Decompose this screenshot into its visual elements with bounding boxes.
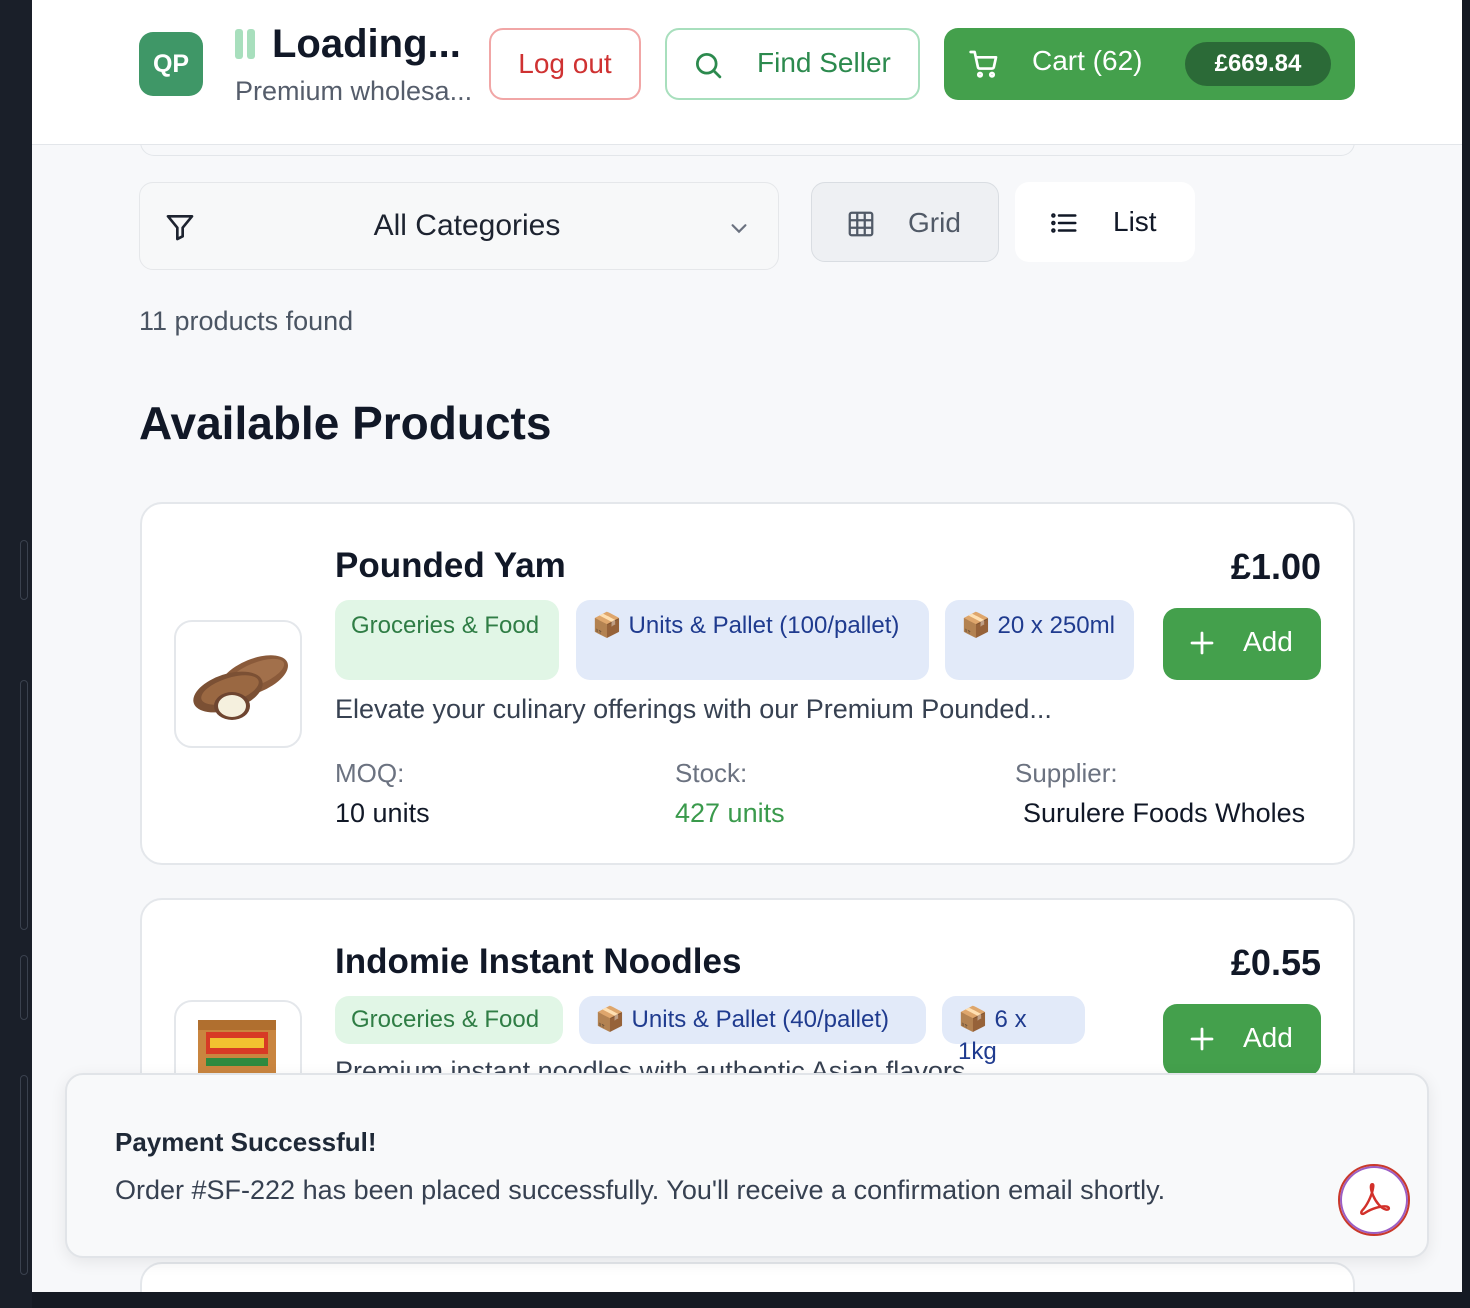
page-title: Loading... — [272, 22, 461, 66]
add-to-cart-button[interactable]: Add — [1163, 1004, 1321, 1076]
rail-panel — [20, 1075, 28, 1275]
cart-label: Cart (62) — [1032, 45, 1143, 76]
category-select-value: All Categories — [373, 209, 561, 242]
find-seller-button[interactable]: Find Seller — [665, 28, 920, 100]
supplier-value: Surulere Foods Wholes — [1023, 798, 1306, 828]
pack-size-tag: 📦 6 x 1kg — [942, 996, 1085, 1065]
add-label: Add — [1243, 1022, 1293, 1053]
cart-icon — [969, 50, 998, 78]
toast-title: Payment Successful! — [115, 1127, 377, 1157]
next-product-card — [140, 1262, 1355, 1292]
view-list-button[interactable]: List — [1015, 182, 1195, 262]
left-rail — [0, 0, 32, 1308]
logout-label: Log out — [518, 48, 612, 79]
avatar[interactable]: QP — [139, 32, 203, 96]
add-label: Add — [1243, 626, 1293, 657]
pallet-tag: 📦 Units & Pallet (100/pallet) — [576, 600, 929, 680]
pdf-icon — [1360, 1183, 1391, 1216]
list-icon — [1051, 213, 1077, 233]
stock-value: 427 units — [675, 798, 785, 828]
moq-label: MOQ: — [335, 758, 405, 788]
category-tag: Groceries & Food — [335, 996, 563, 1044]
cart-button[interactable]: Cart (62) £669.84 — [944, 28, 1355, 100]
product-image-yam — [174, 620, 302, 748]
product-description: Elevate your culinary offerings with our… — [335, 694, 1052, 724]
top-header: QP Loading... Premium wholesa... Log out… — [32, 0, 1462, 145]
view-grid-button[interactable]: Grid — [811, 182, 999, 262]
product-price: £1.00 — [1230, 546, 1321, 587]
plus-icon — [1190, 631, 1214, 655]
rail-panel — [20, 955, 28, 1020]
search-icon — [696, 53, 722, 79]
find-seller-label: Find Seller — [757, 47, 891, 78]
stock-label: Stock: — [675, 758, 748, 788]
moq-value: 10 units — [335, 798, 430, 828]
product-name[interactable]: Pounded Yam — [335, 546, 566, 586]
pause-icon — [235, 29, 255, 59]
toast-message: Order #SF-222 has been placed successful… — [115, 1175, 1166, 1205]
results-count: 11 products found — [139, 306, 354, 336]
pallet-tag: 📦 Units & Pallet (40/pallet) — [579, 996, 926, 1044]
section-title: Available Products — [139, 397, 552, 449]
rail-panel — [20, 680, 28, 930]
product-card[interactable]: Pounded Yam £1.00 Groceries & Food 📦 Uni… — [140, 502, 1355, 865]
add-to-cart-button[interactable]: Add — [1163, 608, 1321, 680]
category-tag: Groceries & Food — [335, 600, 559, 680]
rail-handle[interactable] — [20, 540, 28, 600]
page-subtitle: Premium wholesa... — [235, 76, 473, 106]
view-list-label: List — [1113, 206, 1157, 237]
chevron-down-icon — [731, 224, 747, 234]
pack-size-tag: 📦 20 x 250ml — [945, 600, 1134, 680]
payment-success-toast[interactable]: Payment Successful! Order #SF-222 has be… — [65, 1073, 1429, 1258]
view-grid-label: Grid — [908, 207, 961, 238]
grid-icon — [848, 211, 874, 237]
plus-icon — [1190, 1027, 1214, 1051]
product-name[interactable]: Indomie Instant Noodles — [335, 942, 741, 982]
logout-button[interactable]: Log out — [489, 28, 641, 100]
category-select[interactable]: All Categories — [139, 182, 779, 270]
product-price: £0.55 — [1230, 942, 1321, 983]
supplier-label: Supplier: — [1015, 758, 1118, 788]
cart-total-badge: £669.84 — [1185, 42, 1331, 86]
pdf-button[interactable] — [1338, 1164, 1410, 1236]
